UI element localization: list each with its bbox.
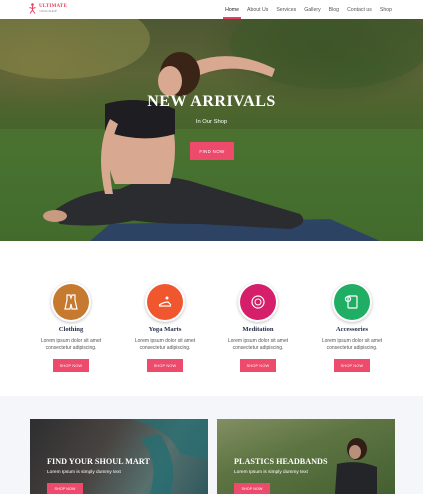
- category-features: Clothing Lorem ipsum dolor sit amet cons…: [0, 241, 423, 396]
- nav-shop[interactable]: Shop: [379, 7, 393, 13]
- yoga-mat-icon: [147, 284, 183, 320]
- nav-contact-us[interactable]: Contact us: [346, 7, 373, 13]
- shop-now-button[interactable]: SHOP NOW: [147, 359, 183, 372]
- promo-card-headbands: PLASTICS HEADBANDS Lorem Ipsum is simply…: [217, 419, 395, 494]
- promo-title: FIND YOUR SHOUL MART: [47, 457, 150, 466]
- feature-title: Yoga Marts: [148, 326, 182, 333]
- feature-title: Accessories: [335, 326, 369, 333]
- shop-now-button[interactable]: SHOP NOW: [234, 483, 270, 494]
- clothing-icon: [53, 284, 89, 320]
- logo-icon: [29, 3, 36, 14]
- feature-text: Lorem ipsum dolor sit amet consectetur a…: [40, 338, 102, 351]
- feature-title: Clothing: [58, 326, 84, 333]
- feature-clothing: Clothing Lorem ipsum dolor sit amet cons…: [31, 284, 111, 372]
- promo-text: Lorem Ipsum is simply dummy text: [47, 470, 121, 475]
- accessories-icon: [334, 284, 370, 320]
- nav-home[interactable]: Home: [223, 7, 241, 19]
- shop-now-button[interactable]: SHOP NOW: [334, 359, 370, 372]
- nav-about-us[interactable]: About Us: [246, 7, 269, 13]
- feature-title: Meditation: [242, 326, 274, 333]
- hero-subtitle: In Our Shop: [195, 119, 228, 125]
- site-header: ULTIMATE YOGA SHOP Home About Us Service…: [0, 0, 423, 19]
- feature-accessories: Accessories Lorem ipsum dolor sit amet c…: [312, 284, 392, 372]
- hero-banner: NEW ARRIVALS In Our Shop FIND NOW: [0, 19, 423, 241]
- promo-text: Lorem Ipsum is simply dummy text: [234, 470, 308, 475]
- nav-blog[interactable]: Blog: [328, 7, 340, 13]
- meditation-icon: [240, 284, 276, 320]
- find-now-button[interactable]: FIND NOW: [190, 142, 234, 160]
- nav-gallery[interactable]: Gallery: [303, 7, 321, 13]
- promo-title: PLASTICS HEADBANDS: [234, 457, 328, 466]
- promo-section: FIND YOUR SHOUL MART Lorem Ipsum is simp…: [0, 396, 423, 494]
- shop-now-button[interactable]: SHOP NOW: [47, 483, 83, 494]
- logo-tagline: YOGA SHOP: [39, 9, 57, 13]
- feature-text: Lorem ipsum dolor sit amet consectetur a…: [134, 338, 196, 351]
- feature-text: Lorem ipsum dolor sit amet consectetur a…: [321, 338, 383, 351]
- hero-title: NEW ARRIVALS: [147, 93, 276, 110]
- shop-now-button[interactable]: SHOP NOW: [240, 359, 276, 372]
- promo-card-shoul-mart: FIND YOUR SHOUL MART Lorem Ipsum is simp…: [30, 419, 208, 494]
- site-logo[interactable]: ULTIMATE YOGA SHOP: [29, 3, 67, 14]
- feature-text: Lorem ipsum dolor sit amet consectetur a…: [227, 338, 289, 351]
- feature-meditation: Meditation Lorem ipsum dolor sit amet co…: [218, 284, 298, 372]
- feature-yoga-marts: Yoga Marts Lorem ipsum dolor sit amet co…: [125, 284, 205, 372]
- hero-image-yoga-woman: [0, 19, 423, 241]
- shop-now-button[interactable]: SHOP NOW: [53, 359, 89, 372]
- nav-services[interactable]: Services: [275, 7, 297, 13]
- main-nav: Home About Us Services Gallery Blog Cont…: [223, 0, 393, 19]
